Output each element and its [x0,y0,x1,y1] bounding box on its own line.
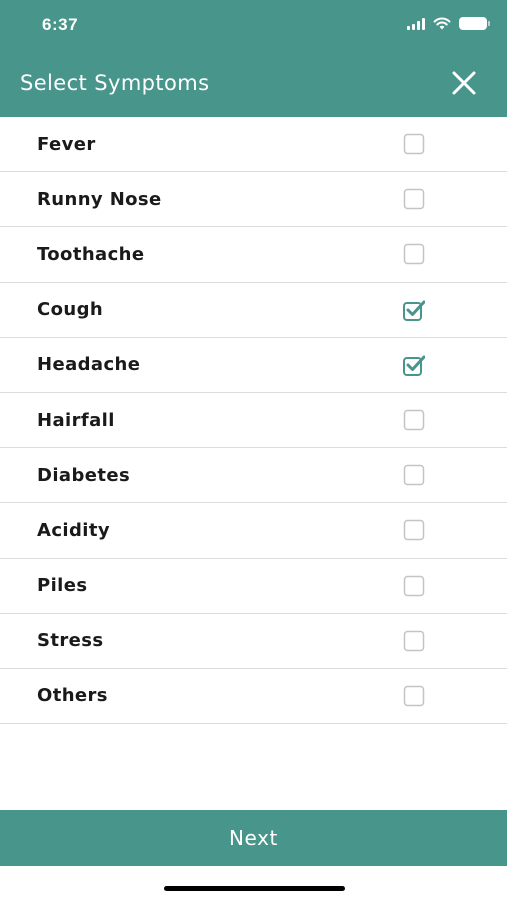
checkbox-unchecked-icon[interactable] [403,243,425,265]
symptom-label: Runny Nose [37,188,162,210]
close-icon [452,71,476,95]
checkbox-unchecked-icon[interactable] [403,630,425,652]
symptom-label: Hairfall [37,409,115,431]
checkbox-unchecked-icon[interactable] [403,464,425,486]
symptom-row[interactable]: Hairfall [0,393,507,449]
status-time: 6:37 [42,15,79,34]
home-indicator [164,886,345,891]
app-header: 6:37 Select Symptoms [0,0,507,117]
signal-icon [407,17,425,30]
symptom-label: Fever [37,133,96,155]
page-title: Select Symptoms [20,71,210,95]
symptom-row[interactable]: Stress [0,614,507,669]
close-button[interactable] [449,68,479,98]
battery-icon [459,17,490,30]
status-icons [407,17,490,30]
symptom-label: Acidity [37,519,110,541]
symptom-row[interactable]: Cough [0,283,507,338]
next-button[interactable]: Next [0,810,507,866]
symptom-row[interactable]: Fever [0,117,507,173]
symptom-row[interactable]: Runny Nose [0,172,507,228]
symptom-label: Piles [37,575,88,597]
symptom-row[interactable]: Others [0,669,507,725]
symptom-row[interactable]: Toothache [0,227,507,283]
checkbox-unchecked-icon[interactable] [403,188,425,210]
symptom-row[interactable]: Piles [0,559,507,614]
symptom-row[interactable]: Diabetes [0,448,507,504]
checkbox-unchecked-icon[interactable] [403,575,425,597]
checkbox-unchecked-icon[interactable] [403,685,425,707]
symptom-label: Headache [37,354,141,376]
status-bar: 6:37 [0,0,507,50]
next-button-label: Next [229,826,278,850]
symptom-label: Toothache [37,243,145,265]
symptom-list: Fever Runny Nose Toothache Cough Headache Hai… [0,117,507,725]
checkbox-checked-icon[interactable] [403,354,425,376]
symptom-label: Others [37,685,108,707]
symptom-label: Stress [37,630,104,652]
wifi-icon [433,17,451,30]
symptom-label: Cough [37,299,104,321]
checkbox-unchecked-icon[interactable] [403,409,425,431]
symptom-label: Diabetes [37,464,131,486]
checkbox-checked-icon[interactable] [403,299,425,321]
checkbox-unchecked-icon[interactable] [403,519,425,541]
symptom-row[interactable]: Headache [0,338,507,393]
symptom-row[interactable]: Acidity [0,503,507,559]
checkbox-unchecked-icon[interactable] [403,133,425,155]
